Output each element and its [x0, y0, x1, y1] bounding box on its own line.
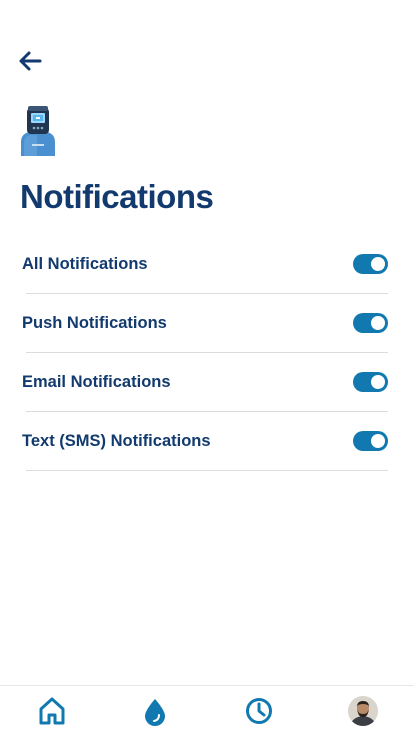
sms-notifications-toggle[interactable] — [353, 431, 388, 451]
setting-label: Email Notifications — [22, 373, 171, 391]
home-icon — [39, 697, 65, 725]
divider — [26, 470, 388, 471]
setting-row-sms-notifications: Text (SMS) Notifications — [0, 412, 414, 471]
bottom-tab-bar — [0, 685, 414, 736]
all-notifications-toggle[interactable] — [353, 254, 388, 274]
tab-profile[interactable] — [348, 696, 378, 726]
setting-label: All Notifications — [22, 255, 148, 273]
clock-icon — [246, 698, 272, 724]
setting-label: Push Notifications — [22, 314, 167, 332]
tab-history[interactable] — [244, 696, 274, 726]
toggle-knob — [371, 375, 385, 389]
email-notifications-toggle[interactable] — [353, 372, 388, 392]
toggle-knob — [371, 316, 385, 330]
water-drop-icon — [145, 699, 165, 726]
toggle-knob — [371, 434, 385, 448]
tab-home[interactable] — [37, 696, 67, 726]
notification-settings-list: All Notifications Push Notifications Ema… — [0, 235, 414, 471]
push-notifications-toggle[interactable] — [353, 313, 388, 333]
arrow-left-icon — [19, 51, 42, 71]
tab-water[interactable] — [140, 696, 170, 726]
setting-row-push-notifications: Push Notifications — [0, 294, 414, 353]
water-softener-device-icon — [21, 106, 55, 156]
setting-row-email-notifications: Email Notifications — [0, 353, 414, 412]
user-avatar — [348, 696, 378, 726]
back-button[interactable] — [16, 48, 44, 74]
setting-row-all-notifications: All Notifications — [0, 235, 414, 294]
page-title: Notifications — [20, 178, 214, 215]
toggle-knob — [371, 257, 385, 271]
setting-label: Text (SMS) Notifications — [22, 432, 211, 450]
